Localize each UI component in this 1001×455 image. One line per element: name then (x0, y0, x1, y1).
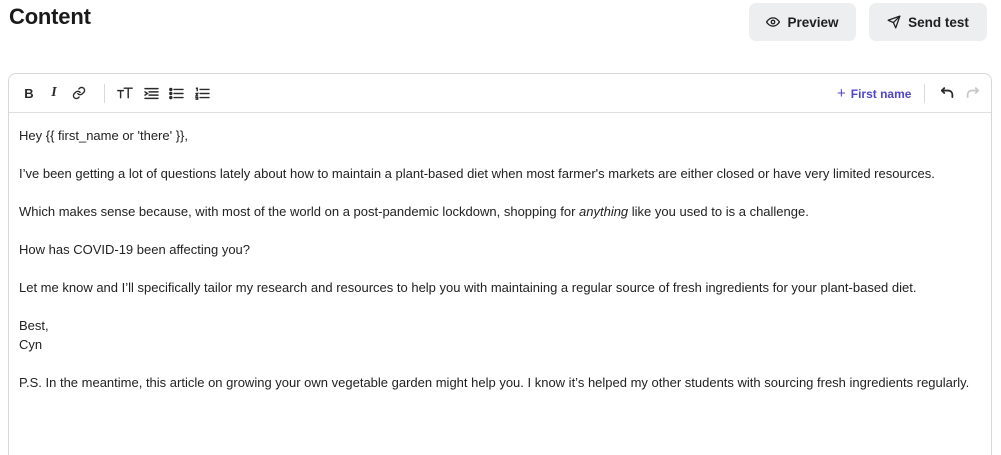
eye-icon (766, 15, 781, 29)
signoff-line: Best, (19, 318, 49, 333)
numbered-list-icon[interactable] (193, 84, 211, 102)
text-indent-icon[interactable] (142, 84, 160, 102)
body-paragraph: I’ve been getting a lot of questions lat… (19, 166, 935, 181)
insert-first-name-button[interactable]: + First name (837, 84, 911, 103)
greeting-line: Hey {{ first_name or 'there' }}, (19, 128, 188, 143)
paper-plane-icon (887, 15, 901, 29)
redo-icon[interactable] (963, 84, 981, 102)
italic-icon[interactable]: I (45, 84, 63, 102)
bulleted-list-icon[interactable] (167, 84, 185, 102)
undo-icon[interactable] (938, 84, 956, 102)
text-run: like you used to is a challenge. (628, 204, 809, 219)
preview-label: Preview (787, 14, 839, 30)
link-icon[interactable] (70, 84, 88, 102)
plus-icon: + (837, 84, 846, 102)
editor-toolbar: B I + First name (9, 74, 991, 113)
text-size-icon[interactable] (116, 84, 134, 102)
body-paragraph: Let me know and I’ll specifically tailor… (19, 280, 917, 295)
emphasized-text: anything (579, 204, 629, 219)
body-paragraph: Which makes sense because, with most of … (19, 202, 979, 221)
bold-icon[interactable]: B (20, 84, 38, 102)
send-test-label: Send test (908, 14, 969, 30)
signature-line: Cyn (19, 337, 43, 352)
postscript-paragraph: P.S. In the meantime, this article on gr… (19, 375, 970, 390)
body-paragraph: How has COVID-19 been affecting you? (19, 242, 251, 257)
merge-field-label: First name (850, 86, 912, 101)
page-title: Content (9, 4, 91, 29)
email-editor: B I + First name Hey {{ first_name or 't… (8, 73, 992, 455)
toolbar-divider (924, 84, 925, 103)
preview-button[interactable]: Preview (749, 3, 856, 41)
send-test-button[interactable]: Send test (869, 3, 987, 41)
email-body[interactable]: Hey {{ first_name or 'there' }}, I’ve be… (19, 126, 979, 411)
toolbar-divider (104, 84, 105, 103)
text-run: Which makes sense because, with most of … (19, 204, 580, 219)
